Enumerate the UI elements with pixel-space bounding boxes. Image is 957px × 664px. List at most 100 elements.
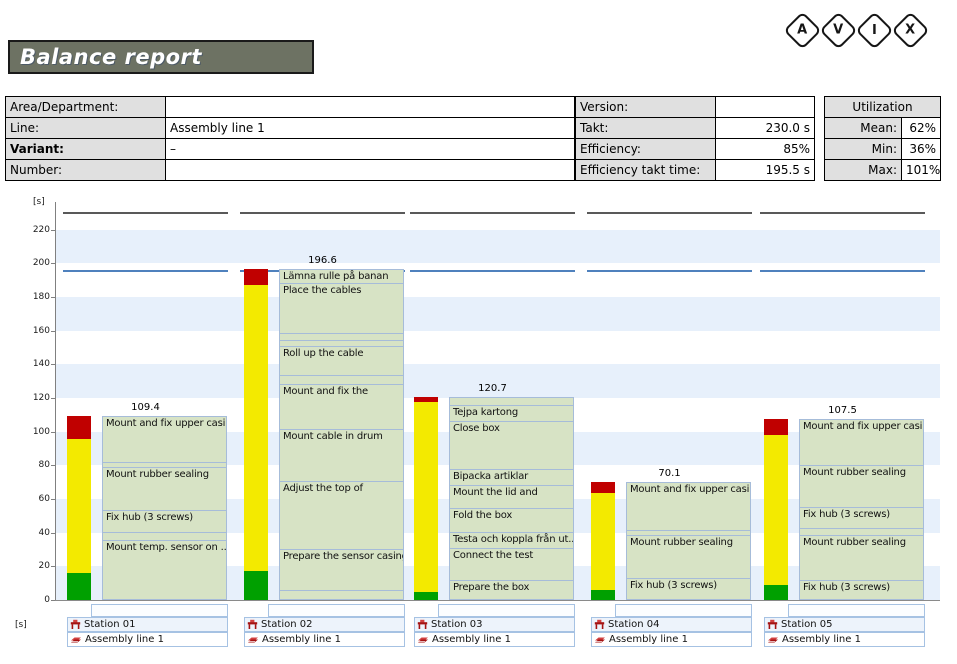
task-label: Mount rubber sealing (800, 536, 923, 549)
task-list: Mount and fix upper casing Mount rubber s… (626, 482, 751, 600)
station-name-row: Station 02 (244, 617, 405, 632)
task-label: Mount rubber sealing (103, 468, 226, 481)
field-value: 195.5 s (716, 160, 815, 181)
field-value (166, 97, 575, 118)
task-label: Adjust the top of (280, 482, 403, 495)
station-icon (247, 619, 258, 630)
y-tick-label: 160 (24, 326, 50, 336)
y-tick-label: 0 (24, 595, 50, 605)
station-name-row: Station 01 (67, 617, 228, 632)
task-segment (800, 529, 923, 536)
task-list: Mount and fix upper casingMount rubber s… (102, 416, 227, 600)
y-tick-label: 60 (24, 494, 50, 504)
y-tick-label: 80 (24, 460, 50, 470)
task-label: Mount rubber sealing (800, 466, 923, 479)
task-label: Fix hub (3 screws) (800, 581, 923, 594)
bar-segment-green (67, 573, 91, 600)
task-segment: Adjust the top of (280, 482, 403, 550)
station-line-name: Assembly line 1 (432, 634, 511, 645)
task-label: Mount rubber sealing (627, 536, 750, 549)
task-label: Fold the box (450, 509, 573, 522)
field-value: – (166, 139, 575, 160)
y-tick-mark (51, 230, 55, 231)
field-label: Line: (6, 118, 166, 139)
station-line-row: Assembly line 1 (414, 632, 575, 647)
station-name: Station 05 (781, 619, 832, 630)
task-segment: Mount rubber sealing (800, 536, 923, 581)
field-value: 230.0 s (716, 118, 815, 139)
utilization-bar (67, 196, 91, 600)
task-label: Place the cables (280, 284, 403, 297)
task-label: Mount temp. sensor on ... (103, 541, 226, 554)
task-segment: Prepare the box (450, 581, 573, 601)
y-axis (55, 202, 56, 600)
task-segment: Lämna rulle på banan (280, 270, 403, 283)
utilization-bar (414, 196, 438, 600)
assembly-line-icon (417, 634, 429, 645)
task-label: Mount and fix upper casing (800, 420, 923, 433)
balance-report-page: { "title": "Balance report", "logo": { "… (0, 0, 957, 664)
station-group: 196.6Lämna rulle på bananPlace the cable… (240, 196, 405, 656)
station-icon (417, 619, 428, 630)
bar-segment-green (591, 590, 615, 600)
station-line-row: Assembly line 1 (244, 632, 405, 647)
y-tick-mark (51, 465, 55, 466)
y-tick-label: 220 (24, 225, 50, 235)
task-segment: Bipacka artiklar (450, 470, 573, 486)
y-tick-mark (51, 566, 55, 567)
task-segment (103, 533, 226, 541)
field-value (166, 160, 575, 181)
task-label: Lämna rulle på banan (280, 270, 403, 283)
y-tick-label: 180 (24, 292, 50, 302)
utilization-title: Utilization (825, 97, 941, 118)
field-label: Mean: (825, 118, 902, 139)
station-icon (767, 619, 778, 630)
field-label: Min: (825, 139, 902, 160)
task-segment: Fix hub (3 screws) (800, 508, 923, 530)
station-line-row: Assembly line 1 (67, 632, 228, 647)
station-name-row: Station 03 (414, 617, 575, 632)
field-label: Efficiency takt time: (576, 160, 716, 181)
task-segment: Close box (450, 422, 573, 470)
y-tick-label: 100 (24, 427, 50, 437)
task-label: Bipacka artiklar (450, 470, 573, 483)
assembly-line-icon (767, 634, 779, 645)
task-label: Fix hub (3 screws) (627, 579, 750, 592)
logo-diamond-i: I (855, 11, 893, 49)
y-tick-label: 120 (24, 393, 50, 403)
station-footer-strip (91, 604, 228, 617)
station-footer-strip (788, 604, 925, 617)
station-footer-strip (438, 604, 575, 617)
station-line-row: Assembly line 1 (764, 632, 925, 647)
logo-diamond-a: A (783, 11, 821, 49)
logo-letter: A (797, 23, 807, 38)
utilization-bar (244, 196, 268, 600)
task-segment (280, 334, 403, 341)
field-label: Version: (576, 97, 716, 118)
task-label: Mount the lid and (450, 486, 573, 499)
task-segment (450, 398, 573, 406)
bar-segment-green (414, 592, 438, 600)
utilization-bar (591, 196, 615, 600)
station-footer-strip (268, 604, 405, 617)
field-value: 36% (902, 139, 941, 160)
task-segment: Fold the box (450, 509, 573, 532)
y-tick-mark (51, 533, 55, 534)
task-segment: Fix hub (3 screws) (103, 511, 226, 533)
y-tick-label: 200 (24, 258, 50, 268)
station-group: 120.7Tejpa kartongClose boxBipacka artik… (410, 196, 575, 656)
station-name: Station 02 (261, 619, 312, 630)
header-table-left: Area/Department: Line:Assembly line 1 Va… (5, 96, 575, 181)
bar-segment-yellow (591, 493, 615, 590)
bar-segment-yellow (764, 435, 788, 585)
task-segment: Mount and fix the (280, 385, 403, 430)
task-segment: Mount temp. sensor on ... (103, 541, 226, 601)
field-value: 85% (716, 139, 815, 160)
field-label: Area/Department: (6, 97, 166, 118)
utilization-bar (764, 196, 788, 600)
y-tick-mark (51, 331, 55, 332)
station-group: 107.5Mount and fix upper casingMount rub… (760, 196, 925, 656)
task-segment: Fix hub (3 screws) (627, 579, 750, 601)
field-label: Takt: (576, 118, 716, 139)
task-label: Mount and fix upper casing (627, 483, 750, 496)
